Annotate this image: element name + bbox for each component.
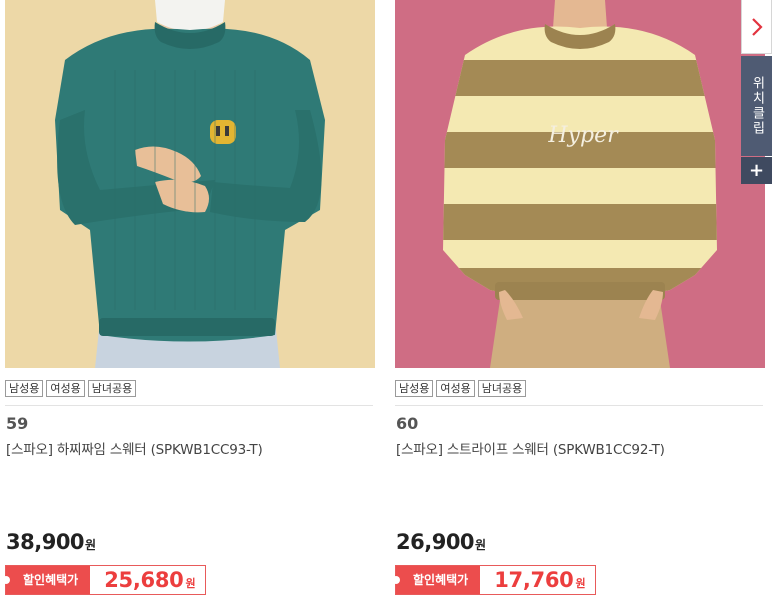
product-rank: 59 — [6, 414, 29, 433]
tag-male: 남성용 — [5, 380, 44, 397]
product-grid: 남성용 여성용 남녀공용 59 [스파오] 하찌짜임 스웨터 (SPKWB1CC… — [0, 0, 772, 616]
tag-unisex: 남녀공용 — [87, 380, 137, 397]
sweater-print-text: Hyper — [547, 123, 619, 148]
plus-icon[interactable]: + — [741, 157, 772, 184]
wish-clip-label: 위치클립 — [749, 76, 765, 136]
sale-label: 할인혜택가 — [391, 566, 481, 594]
price-unit: 원 — [85, 538, 96, 552]
price-unit: 원 — [475, 538, 486, 552]
divider — [5, 405, 373, 406]
divider — [395, 405, 763, 406]
sale-price-unit: 원 — [575, 577, 586, 590]
sale-label: 할인혜택가 — [1, 566, 91, 594]
sale-price-box: 할인혜택가 25,680 원 — [1, 565, 207, 595]
tag-unisex: 남녀공용 — [477, 380, 527, 397]
sale-price-value: 17,760 — [494, 568, 574, 592]
next-button[interactable] — [741, 0, 772, 54]
product-card[interactable]: 남성용 여성용 남녀공용 59 [스파오] 하찌짜임 스웨터 (SPKWB1CC… — [1, 0, 375, 595]
product-rank: 60 — [396, 414, 419, 433]
chevron-right-icon — [751, 17, 763, 36]
wish-clip-button[interactable]: 위치클립 — [741, 56, 772, 156]
tag-female: 여성용 — [436, 380, 475, 397]
product-card[interactable]: Hyper 남성용 여성용 남녀공용 60 [스파오] 스트라이프 스웨터 (S… — [391, 0, 765, 595]
sale-price-unit: 원 — [185, 577, 196, 590]
product-name[interactable]: [스파오] 하찌짜임 스웨터 (SPKWB1CC93-T) — [6, 438, 263, 458]
original-price: 38,900원 — [6, 530, 96, 554]
price-value: 26,900 — [396, 530, 475, 554]
sale-price-box: 할인혜택가 17,760 원 — [391, 565, 597, 595]
tag-list: 남성용 여성용 남녀공용 — [395, 380, 527, 397]
product-image[interactable]: Hyper — [395, 0, 765, 368]
tag-list: 남성용 여성용 남녀공용 — [5, 380, 137, 397]
tag-female: 여성용 — [46, 380, 85, 397]
product-name[interactable]: [스파오] 스트라이프 스웨터 (SPKWB1CC92-T) — [396, 438, 665, 458]
original-price: 26,900원 — [396, 530, 486, 554]
sale-price-value: 25,680 — [104, 568, 184, 592]
product-image[interactable] — [5, 0, 375, 368]
sale-price: 17,760 원 — [480, 566, 596, 594]
sale-price: 25,680 원 — [90, 566, 206, 594]
price-value: 38,900 — [6, 530, 85, 554]
tag-male: 남성용 — [395, 380, 434, 397]
